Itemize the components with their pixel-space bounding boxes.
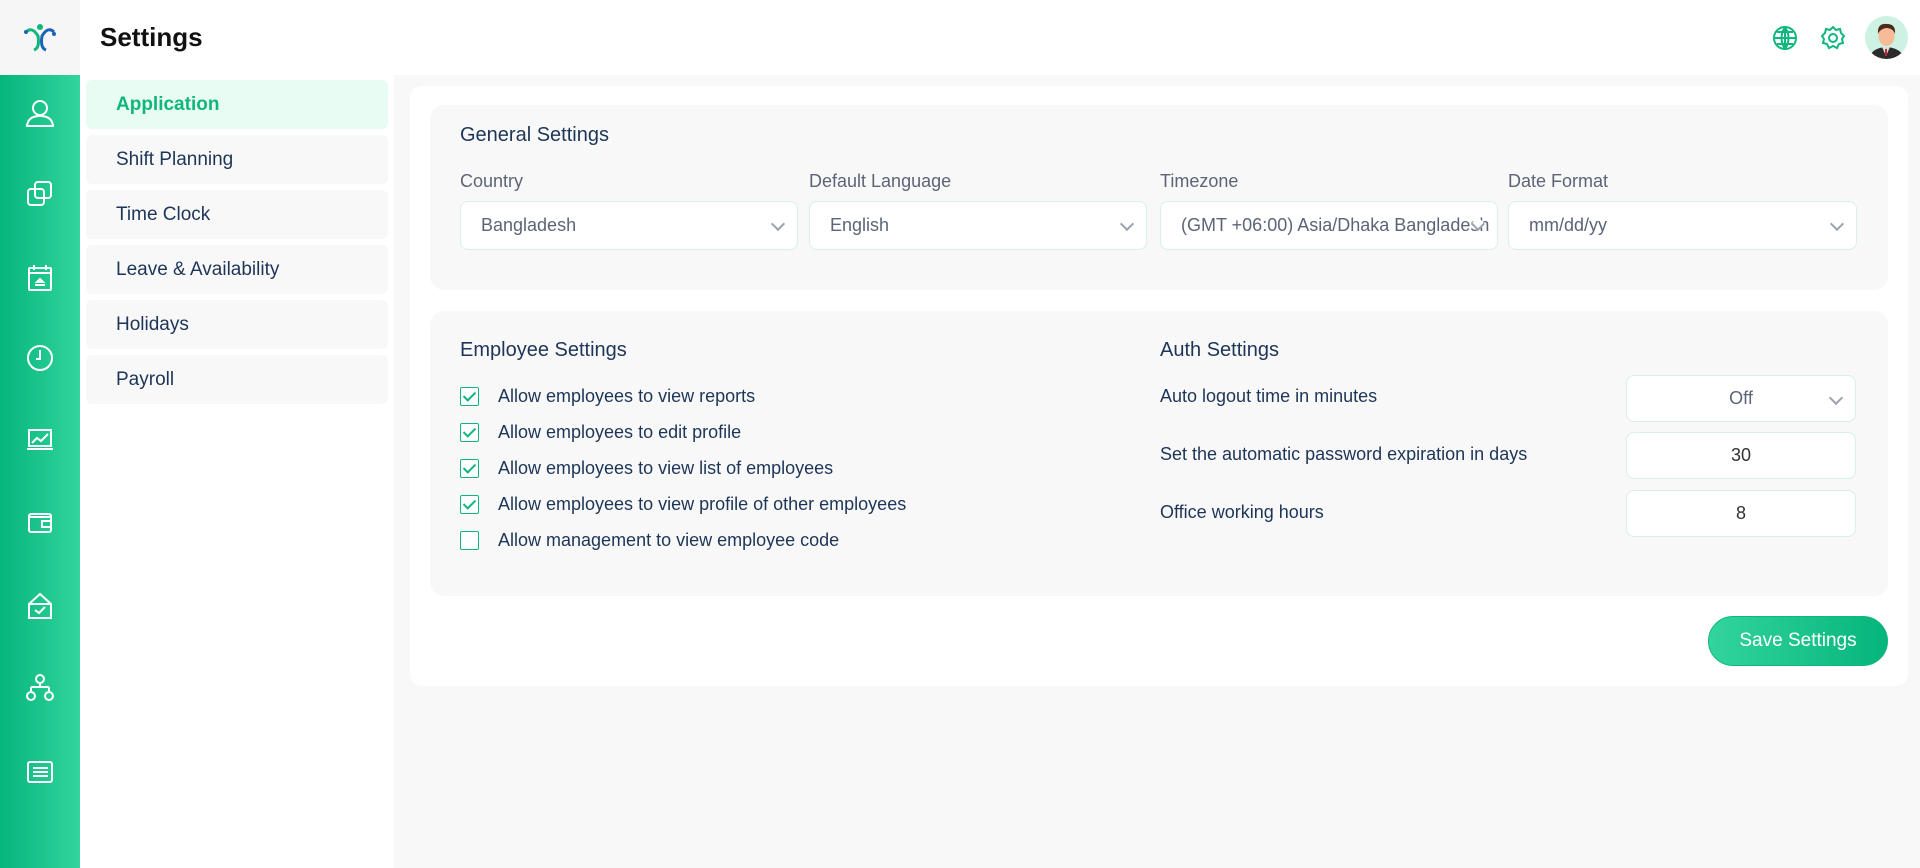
- language-select[interactable]: English: [809, 201, 1147, 250]
- password-expiration-label: Set the automatic password expiration in…: [1160, 444, 1528, 464]
- auto-logout-select[interactable]: Off: [1626, 375, 1856, 422]
- timezone-label: Timezone: [1160, 171, 1239, 191]
- chevron-down-icon: [1829, 216, 1845, 232]
- chevron-down-icon: [1828, 390, 1844, 406]
- chevron-down-icon: [1119, 216, 1135, 232]
- auto-logout-label: Auto logout time in minutes: [1160, 386, 1378, 406]
- clock-icon[interactable]: [24, 342, 56, 374]
- submenu-item-time-clock[interactable]: Time Clock: [86, 190, 388, 239]
- user-icon[interactable]: [24, 97, 56, 129]
- checkbox-label: Allow management to view employee code: [498, 530, 840, 550]
- chart-icon[interactable]: [24, 424, 56, 456]
- date-format-select[interactable]: mm/dd/yy: [1508, 201, 1857, 250]
- language-value: English: [830, 215, 890, 235]
- checkbox-label: Allow employees to view profile of other…: [498, 494, 907, 514]
- save-settings-button[interactable]: Save Settings: [1708, 616, 1888, 666]
- auto-logout-value: Off: [1729, 388, 1753, 408]
- checkbox-label: Allow employees to view reports: [498, 386, 756, 406]
- checkbox-view-reports[interactable]: [460, 387, 479, 406]
- password-expiration-input[interactable]: 30: [1626, 432, 1856, 479]
- submenu-item-holidays[interactable]: Holidays: [86, 300, 388, 349]
- app-logo[interactable]: [0, 0, 80, 75]
- checkbox-view-other-profiles[interactable]: [460, 495, 479, 514]
- working-hours-label: Office working hours: [1160, 502, 1324, 522]
- globe-icon[interactable]: [1771, 24, 1799, 52]
- submenu-item-leave-availability[interactable]: Leave & Availability: [86, 245, 388, 294]
- date-format-value: mm/dd/yy: [1529, 215, 1608, 235]
- checkbox-label: Allow employees to edit profile: [498, 422, 742, 442]
- auth-settings-title: Auth Settings: [1160, 339, 1279, 361]
- checkbox-view-employee-list[interactable]: [460, 459, 479, 478]
- submenu-item-payroll[interactable]: Payroll: [86, 355, 388, 404]
- submenu-item-application[interactable]: Application: [86, 80, 388, 129]
- general-settings-title: General Settings: [460, 124, 609, 146]
- checkbox-edit-profile[interactable]: [460, 423, 479, 442]
- submenu-item-shift-planning[interactable]: Shift Planning: [86, 135, 388, 184]
- calendar-icon[interactable]: [24, 262, 56, 294]
- country-value: Bangladesh: [481, 215, 577, 235]
- icon-rail: [0, 0, 80, 868]
- country-select[interactable]: Bangladesh: [460, 201, 798, 250]
- chevron-down-icon: [770, 216, 786, 232]
- working-hours-input[interactable]: 8: [1626, 490, 1856, 537]
- page-title: Settings: [100, 22, 203, 52]
- list-icon[interactable]: [24, 756, 56, 788]
- language-label: Default Language: [809, 171, 952, 191]
- checkbox-label: Allow employees to view list of employee…: [498, 458, 834, 478]
- date-format-label: Date Format: [1508, 171, 1609, 191]
- avatar[interactable]: [1865, 16, 1908, 59]
- gear-icon[interactable]: [1819, 24, 1847, 52]
- top-header: [80, 0, 1920, 75]
- inbox-check-icon[interactable]: [24, 590, 56, 622]
- layers-icon[interactable]: [24, 179, 56, 211]
- country-label: Country: [460, 171, 524, 191]
- wallet-icon[interactable]: [24, 506, 56, 538]
- employee-settings-title: Employee Settings: [460, 339, 627, 361]
- timezone-select[interactable]: (GMT +06:00) Asia/Dhaka Bangladesh: [1160, 201, 1498, 250]
- org-chart-icon[interactable]: [24, 672, 56, 704]
- logo-icon: [24, 23, 56, 51]
- timezone-value: (GMT +06:00) Asia/Dhaka Bangladesh: [1181, 215, 1490, 235]
- avatar-image: [1869, 23, 1904, 59]
- checkbox-view-employee-code[interactable]: [460, 531, 479, 550]
- general-settings-panel: [430, 105, 1888, 290]
